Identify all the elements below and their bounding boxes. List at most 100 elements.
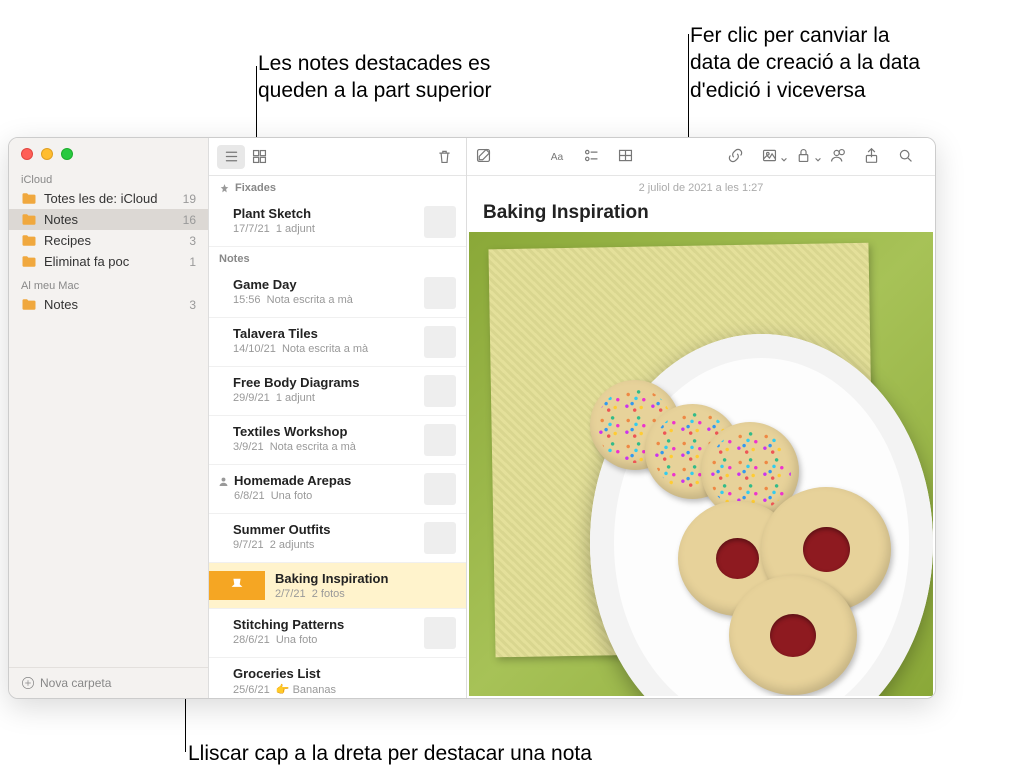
trash-icon xyxy=(436,148,453,165)
lock-button[interactable] xyxy=(795,147,825,167)
shared-icon xyxy=(217,475,230,488)
sidebar-section-icloud: iCloud xyxy=(9,166,208,188)
note-title: Free Body Diagrams xyxy=(233,375,418,390)
delete-button[interactable] xyxy=(430,145,458,169)
notes-window: iCloud Totes les de: iCloud 19 Notes 16 … xyxy=(8,137,936,699)
list-scroll[interactable]: Fixades Plant Sketch 17/7/21 1 adjunt No… xyxy=(209,176,466,698)
pin-icon xyxy=(228,577,246,595)
pinned-header-label: Fixades xyxy=(235,182,276,194)
folder-recipes[interactable]: Recipes 3 xyxy=(9,230,208,251)
pinned-header: Fixades xyxy=(209,176,466,198)
note-item-selected[interactable]: Baking Inspiration 2/7/21 2 fotos xyxy=(209,563,466,609)
note-thumbnail xyxy=(424,617,456,649)
swipe-pin-action[interactable] xyxy=(209,571,265,600)
note-title: Game Day xyxy=(233,277,418,292)
grid-icon xyxy=(251,148,268,165)
folder-count: 16 xyxy=(183,213,196,227)
note-date[interactable]: 2 juliol de 2021 a les 1:27 xyxy=(467,176,935,200)
folder-count: 3 xyxy=(189,298,196,312)
folder-icon xyxy=(21,298,37,311)
folder-notes[interactable]: Notes 16 xyxy=(9,209,208,230)
folder-local-notes[interactable]: Notes 3 xyxy=(9,294,208,315)
note-item[interactable]: Talavera Tiles 14/10/21 Nota escrita a m… xyxy=(209,318,466,367)
folder-count: 1 xyxy=(189,255,196,269)
table-button[interactable] xyxy=(617,147,647,167)
note-item[interactable]: Groceries List 25/6/21 👉 Bananas xyxy=(209,658,466,698)
note-thumbnail xyxy=(424,326,456,358)
note-meta: 9/7/21 2 adjunts xyxy=(233,539,418,551)
note-item[interactable]: Homemade Arepas 6/8/21 Una foto xyxy=(209,465,466,514)
list-toolbar xyxy=(209,138,466,176)
note-thumbnail xyxy=(424,375,456,407)
photo-icon xyxy=(761,147,778,164)
svg-text:Aa: Aa xyxy=(551,151,564,162)
folder-icon xyxy=(21,255,37,268)
pin-icon xyxy=(219,183,230,194)
note-meta: 3/9/21 Nota escrita a mà xyxy=(233,441,418,453)
callout-date: Fer clic per canviar la data de creació … xyxy=(690,22,920,104)
search-button[interactable] xyxy=(897,147,927,167)
new-folder-label: Nova carpeta xyxy=(40,676,111,690)
folder-count: 19 xyxy=(183,192,196,206)
list-icon xyxy=(223,148,240,165)
note-detail-column: Aa xyxy=(467,138,935,698)
table-icon xyxy=(617,147,634,164)
note-meta: 28/6/21 Una foto xyxy=(233,634,418,646)
media-button[interactable] xyxy=(761,147,791,167)
folder-label: Recipes xyxy=(44,233,189,248)
note-item[interactable]: Plant Sketch 17/7/21 1 adjunt xyxy=(209,198,466,247)
checklist-button[interactable] xyxy=(583,147,613,167)
minimize-icon[interactable] xyxy=(41,148,53,160)
note-item[interactable]: Free Body Diagrams 29/9/21 1 adjunt xyxy=(209,367,466,416)
collaborate-button[interactable] xyxy=(829,147,859,167)
note-title: Baking Inspiration xyxy=(275,571,450,586)
search-icon xyxy=(897,147,914,164)
format-button[interactable]: Aa xyxy=(549,147,579,167)
note-item[interactable]: Summer Outfits 9/7/21 2 adjunts xyxy=(209,514,466,563)
grid-view-button[interactable] xyxy=(245,145,273,169)
chevron-down-icon xyxy=(780,156,788,164)
new-folder-button[interactable]: Nova carpeta xyxy=(9,667,208,698)
callout-pinned: Les notes destacades es queden a la part… xyxy=(258,50,492,105)
folder-count: 3 xyxy=(189,234,196,248)
folder-all-icloud[interactable]: Totes les de: iCloud 19 xyxy=(9,188,208,209)
compose-button[interactable] xyxy=(475,147,505,167)
chevron-down-icon xyxy=(814,156,822,164)
note-title: Talavera Tiles xyxy=(233,326,418,341)
folder-trash[interactable]: Eliminat fa poc 1 xyxy=(9,251,208,272)
note-item[interactable]: Textiles Workshop 3/9/21 Nota escrita a … xyxy=(209,416,466,465)
folder-icon xyxy=(21,192,37,205)
share-button[interactable] xyxy=(863,147,893,167)
note-meta: 6/8/21 Una foto xyxy=(234,490,418,502)
notes-list-column: Fixades Plant Sketch 17/7/21 1 adjunt No… xyxy=(209,138,467,698)
note-title: Plant Sketch xyxy=(233,206,418,221)
folder-label: Notes xyxy=(44,297,189,312)
lock-icon xyxy=(795,147,812,164)
note-meta: 25/6/21 👉 Bananas xyxy=(233,683,450,696)
note-title: Stitching Patterns xyxy=(233,617,418,632)
folder-label: Notes xyxy=(44,212,183,227)
note-meta: 17/7/21 1 adjunt xyxy=(233,223,418,235)
link-button[interactable] xyxy=(727,147,757,167)
callout-swipe: Lliscar cap a la dreta per destacar una … xyxy=(188,740,592,767)
note-item[interactable]: Stitching Patterns 28/6/21 Una foto xyxy=(209,609,466,658)
note-title: Textiles Workshop xyxy=(233,424,418,439)
sidebar: iCloud Totes les de: iCloud 19 Notes 16 … xyxy=(9,138,209,698)
compose-icon xyxy=(475,147,492,164)
window-controls xyxy=(9,138,208,166)
format-icon: Aa xyxy=(549,147,566,164)
note-meta: 14/10/21 Nota escrita a mà xyxy=(233,343,418,355)
plus-circle-icon xyxy=(21,676,35,690)
note-thumbnail xyxy=(424,473,456,505)
note-item[interactable]: Game Day 15:56 Nota escrita a mà xyxy=(209,269,466,318)
note-meta: 15:56 Nota escrita a mà xyxy=(233,294,418,306)
list-view-button[interactable] xyxy=(217,145,245,169)
zoom-icon[interactable] xyxy=(61,148,73,160)
note-thumbnail xyxy=(424,522,456,554)
note-thumbnail xyxy=(424,277,456,309)
close-icon[interactable] xyxy=(21,148,33,160)
note-detail-title[interactable]: Baking Inspiration xyxy=(467,200,935,232)
checklist-icon xyxy=(583,147,600,164)
note-photo xyxy=(469,232,933,696)
detail-toolbar: Aa xyxy=(467,138,935,176)
